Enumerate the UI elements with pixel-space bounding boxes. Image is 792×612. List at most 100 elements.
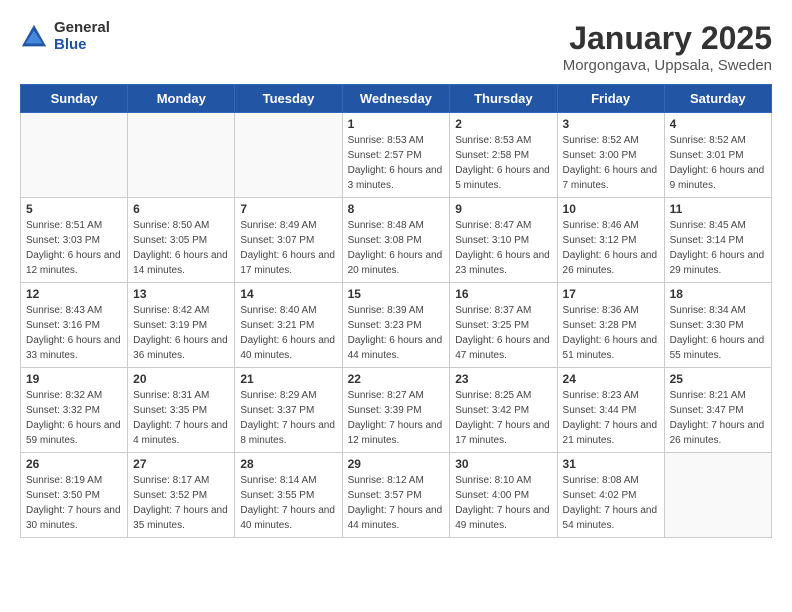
week-row-3: 12 Sunrise: 8:43 AMSunset: 3:16 PMDayligh… (21, 283, 772, 368)
day-cell: 31 Sunrise: 8:08 AMSunset: 4:02 PMDayligh… (557, 453, 664, 538)
day-info: Sunrise: 8:39 AMSunset: 3:23 PMDaylight:… (348, 303, 445, 363)
day-cell (128, 113, 235, 198)
day-number: 8 (348, 202, 445, 216)
day-cell: 29 Sunrise: 8:12 AMSunset: 3:57 PMDayligh… (342, 453, 450, 538)
day-info: Sunrise: 8:52 AMSunset: 3:01 PMDaylight:… (670, 133, 766, 193)
day-number: 7 (240, 202, 336, 216)
day-cell: 11 Sunrise: 8:45 AMSunset: 3:14 PMDayligh… (664, 198, 771, 283)
week-row-2: 5Sunrise: 8:51 AMSunset: 3:03 PMDaylight… (21, 198, 772, 283)
day-info: Sunrise: 8:37 AMSunset: 3:25 PMDaylight:… (455, 303, 551, 363)
day-info: Sunrise: 8:25 AMSunset: 3:42 PMDaylight:… (455, 388, 551, 448)
day-cell: 22 Sunrise: 8:27 AMSunset: 3:39 PMDayligh… (342, 368, 450, 453)
day-number: 12 (26, 287, 122, 301)
day-number: 31 (563, 457, 659, 471)
day-info: Sunrise: 8:32 AMSunset: 3:32 PMDaylight:… (26, 388, 122, 448)
day-cell: 1 Sunrise: 8:53 AMSunset: 2:57 PMDaylight… (342, 113, 450, 198)
day-number: 6 (133, 202, 229, 216)
day-number: 29 (348, 457, 445, 471)
day-info: Sunrise: 8:29 AMSunset: 3:37 PMDaylight:… (240, 388, 336, 448)
day-number: 19 (26, 372, 122, 386)
day-number: 17 (563, 287, 659, 301)
day-cell: 21 Sunrise: 8:29 AMSunset: 3:37 PMDayligh… (235, 368, 342, 453)
day-cell: 18 Sunrise: 8:34 AMSunset: 3:30 PMDayligh… (664, 283, 771, 368)
day-number: 18 (670, 287, 766, 301)
day-info: Sunrise: 8:40 AMSunset: 3:21 PMDaylight:… (240, 303, 336, 363)
day-cell: 9Sunrise: 8:47 AMSunset: 3:10 PMDaylight… (450, 198, 557, 283)
day-cell: 27Sunrise: 8:17 AMSunset: 3:52 PMDayligh… (128, 453, 235, 538)
day-number: 27 (133, 457, 229, 471)
day-number: 15 (348, 287, 445, 301)
day-number: 26 (26, 457, 122, 471)
day-cell: 16 Sunrise: 8:37 AMSunset: 3:25 PMDayligh… (450, 283, 557, 368)
day-cell: 15 Sunrise: 8:39 AMSunset: 3:23 PMDayligh… (342, 283, 450, 368)
day-info: Sunrise: 8:31 AMSunset: 3:35 PMDaylight:… (133, 388, 229, 448)
day-number: 13 (133, 287, 229, 301)
day-cell: 25 Sunrise: 8:21 AMSunset: 3:47 PMDayligh… (664, 368, 771, 453)
logo-blue: Blue (54, 37, 110, 54)
day-cell: 2 Sunrise: 8:53 AMSunset: 2:58 PMDaylight… (450, 113, 557, 198)
day-info: Sunrise: 8:10 AMSunset: 4:00 PMDaylight:… (455, 473, 551, 533)
day-number: 22 (348, 372, 445, 386)
day-number: 11 (670, 202, 766, 216)
day-number: 23 (455, 372, 551, 386)
day-info: Sunrise: 8:42 AMSunset: 3:19 PMDaylight:… (133, 303, 229, 363)
day-cell: 30 Sunrise: 8:10 AMSunset: 4:00 PMDayligh… (450, 453, 557, 538)
page-header: General Blue January 2025 Morgongava, Up… (20, 20, 772, 74)
day-info: Sunrise: 8:49 AMSunset: 3:07 PMDaylight:… (240, 218, 336, 278)
day-info: Sunrise: 8:47 AMSunset: 3:10 PMDaylight:… (455, 218, 551, 278)
weekday-header-row: SundayMondayTuesdayWednesdayThursdayFrid… (21, 85, 772, 113)
day-info: Sunrise: 8:34 AMSunset: 3:30 PMDaylight:… (670, 303, 766, 363)
day-info: Sunrise: 8:12 AMSunset: 3:57 PMDaylight:… (348, 473, 445, 533)
location-subtitle: Morgongava, Uppsala, Sweden (563, 57, 772, 74)
day-number: 10 (563, 202, 659, 216)
day-number: 21 (240, 372, 336, 386)
weekday-header-wednesday: Wednesday (342, 85, 450, 113)
day-cell: 12 Sunrise: 8:43 AMSunset: 3:16 PMDayligh… (21, 283, 128, 368)
day-number: 24 (563, 372, 659, 386)
weekday-header-saturday: Saturday (664, 85, 771, 113)
day-info: Sunrise: 8:43 AMSunset: 3:16 PMDaylight:… (26, 303, 122, 363)
day-info: Sunrise: 8:14 AMSunset: 3:55 PMDaylight:… (240, 473, 336, 533)
day-number: 16 (455, 287, 551, 301)
day-info: Sunrise: 8:50 AMSunset: 3:05 PMDaylight:… (133, 218, 229, 278)
day-cell: 23 Sunrise: 8:25 AMSunset: 3:42 PMDayligh… (450, 368, 557, 453)
day-number: 2 (455, 117, 551, 131)
day-number: 3 (563, 117, 659, 131)
day-cell (235, 113, 342, 198)
day-info: Sunrise: 8:08 AMSunset: 4:02 PMDaylight:… (563, 473, 659, 533)
day-cell: 6 Sunrise: 8:50 AMSunset: 3:05 PMDaylight… (128, 198, 235, 283)
weekday-header-friday: Friday (557, 85, 664, 113)
day-number: 30 (455, 457, 551, 471)
day-cell (664, 453, 771, 538)
day-number: 20 (133, 372, 229, 386)
day-info: Sunrise: 8:36 AMSunset: 3:28 PMDaylight:… (563, 303, 659, 363)
day-info: Sunrise: 8:53 AMSunset: 2:58 PMDaylight:… (455, 133, 551, 193)
day-info: Sunrise: 8:27 AMSunset: 3:39 PMDaylight:… (348, 388, 445, 448)
day-info: Sunrise: 8:46 AMSunset: 3:12 PMDaylight:… (563, 218, 659, 278)
day-cell: 19 Sunrise: 8:32 AMSunset: 3:32 PMDayligh… (21, 368, 128, 453)
day-info: Sunrise: 8:53 AMSunset: 2:57 PMDaylight:… (348, 133, 445, 193)
day-cell (21, 113, 128, 198)
day-number: 5 (26, 202, 122, 216)
day-cell: 28Sunrise: 8:14 AMSunset: 3:55 PMDayligh… (235, 453, 342, 538)
day-cell: 7 Sunrise: 8:49 AMSunset: 3:07 PMDaylight… (235, 198, 342, 283)
logo-general: General (54, 20, 110, 37)
day-info: Sunrise: 8:21 AMSunset: 3:47 PMDaylight:… (670, 388, 766, 448)
day-cell: 10 Sunrise: 8:46 AMSunset: 3:12 PMDayligh… (557, 198, 664, 283)
weekday-header-monday: Monday (128, 85, 235, 113)
day-info: Sunrise: 8:48 AMSunset: 3:08 PMDaylight:… (348, 218, 445, 278)
weekday-header-tuesday: Tuesday (235, 85, 342, 113)
day-cell: 20 Sunrise: 8:31 AMSunset: 3:35 PMDayligh… (128, 368, 235, 453)
day-cell: 3Sunrise: 8:52 AMSunset: 3:00 PMDaylight… (557, 113, 664, 198)
day-number: 25 (670, 372, 766, 386)
weekday-header-thursday: Thursday (450, 85, 557, 113)
day-cell: 24Sunrise: 8:23 AMSunset: 3:44 PMDayligh… (557, 368, 664, 453)
day-info: Sunrise: 8:45 AMSunset: 3:14 PMDaylight:… (670, 218, 766, 278)
day-cell: 14Sunrise: 8:40 AMSunset: 3:21 PMDayligh… (235, 283, 342, 368)
logo: General Blue (20, 20, 110, 53)
title-block: January 2025 Morgongava, Uppsala, Sweden (563, 20, 772, 74)
calendar-table: SundayMondayTuesdayWednesdayThursdayFrid… (20, 84, 772, 538)
day-cell: 13 Sunrise: 8:42 AMSunset: 3:19 PMDayligh… (128, 283, 235, 368)
day-info: Sunrise: 8:19 AMSunset: 3:50 PMDaylight:… (26, 473, 122, 533)
day-number: 1 (348, 117, 445, 131)
